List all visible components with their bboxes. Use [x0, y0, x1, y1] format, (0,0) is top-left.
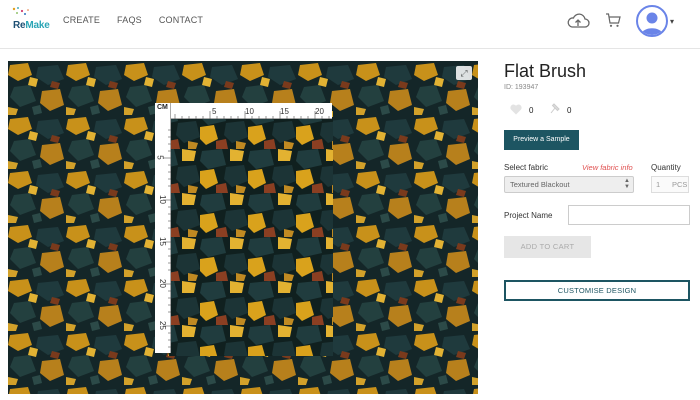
- nav-contact[interactable]: CONTACT: [159, 15, 203, 25]
- cloud-upload-icon[interactable]: [566, 12, 590, 30]
- project-name-input[interactable]: [568, 205, 690, 225]
- logo-text: ReMake: [13, 20, 50, 31]
- logo-mark-icon: [12, 7, 29, 15]
- nav-create[interactable]: CREATE: [63, 15, 100, 25]
- expand-icon[interactable]: ⤢: [456, 66, 472, 80]
- ruler-h-tick: 10: [245, 107, 254, 116]
- ruler-v-tick: 25: [157, 321, 167, 330]
- select-arrows-icon: ▲ ▼: [624, 178, 630, 190]
- pin-count: 0: [567, 106, 572, 115]
- project-name-label: Project Name: [504, 211, 553, 220]
- ruler-unit-label: CM: [157, 104, 168, 111]
- like-count: 0: [529, 106, 534, 115]
- heart-icon[interactable]: [510, 104, 522, 115]
- quantity-unit: PCS: [672, 180, 688, 189]
- ruler-v-tick: 15: [157, 237, 167, 246]
- quantity-value: 1: [656, 180, 661, 189]
- ruler-v-tick: 20: [157, 279, 167, 288]
- account-dropdown-caret-icon[interactable]: ▾: [670, 17, 674, 26]
- ruler-h-tick: 5: [212, 107, 217, 116]
- product-id: ID: 193947: [504, 84, 539, 91]
- add-to-cart-button[interactable]: ADD TO CART: [504, 236, 591, 258]
- view-fabric-info-link[interactable]: View fabric info: [582, 163, 633, 172]
- fabric-select-value: Textured Blackout: [510, 180, 570, 189]
- main-nav: CREATE FAQS CONTACT: [63, 15, 203, 25]
- ruler-vertical: [155, 103, 171, 353]
- preview-sample-button[interactable]: Preview a Sample: [504, 130, 579, 150]
- select-fabric-label: Select fabric: [504, 163, 549, 172]
- ruler-v-tick: 10: [157, 195, 167, 204]
- ruler-h-tick: 15: [280, 107, 289, 116]
- site-header: ReMake CREATE FAQS CONTACT ▾: [0, 0, 700, 49]
- product-title: Flat Brush: [504, 61, 587, 81]
- customise-design-button[interactable]: CUSTOMISE DESIGN: [504, 280, 690, 301]
- ruler-v-tick: 5: [155, 155, 165, 160]
- quantity-field[interactable]: 1 PCS: [651, 176, 689, 193]
- ruler-h-tick: 20: [315, 107, 324, 116]
- remake-logo[interactable]: ReMake: [10, 5, 50, 35]
- quantity-label: Quantity: [651, 163, 681, 172]
- fabric-select[interactable]: Textured Blackout ▲ ▼: [504, 176, 634, 193]
- nav-faqs[interactable]: FAQS: [117, 15, 142, 25]
- user-avatar-icon[interactable]: [636, 5, 668, 37]
- cart-icon[interactable]: [605, 12, 621, 28]
- ruler-horizontal: [155, 103, 332, 119]
- pin-icon[interactable]: [549, 102, 561, 114]
